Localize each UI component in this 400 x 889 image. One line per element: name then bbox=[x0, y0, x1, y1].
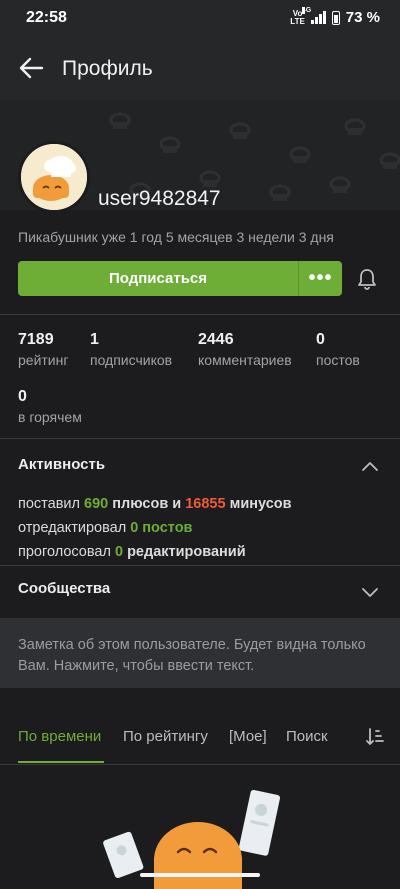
tab-mine[interactable]: [Мое] bbox=[229, 728, 267, 745]
divider bbox=[0, 314, 400, 315]
chevron-down-icon[interactable] bbox=[361, 586, 379, 598]
active-tab-indicator bbox=[18, 761, 104, 763]
stat-hot[interactable]: 0 в горячем bbox=[18, 388, 82, 425]
activity-votes: поставил 690 плюсов и 16855 минусов bbox=[18, 496, 292, 512]
tab-by-time[interactable]: По времени bbox=[18, 728, 101, 745]
stat-rating: 7189 рейтинг bbox=[18, 331, 69, 368]
tab-search[interactable]: Поиск bbox=[286, 728, 328, 745]
stat-subscribers[interactable]: 1 подписчиков bbox=[90, 331, 172, 368]
avatar bbox=[18, 141, 90, 213]
more-options-button[interactable]: ••• bbox=[298, 261, 342, 296]
chevron-up-icon[interactable] bbox=[361, 460, 379, 472]
status-bar: 22:58 Vo LTE 4G 73 % bbox=[0, 0, 400, 36]
arrow-left-icon[interactable] bbox=[18, 56, 44, 80]
signal-icon: 4G bbox=[301, 7, 326, 24]
page-title: Профиль bbox=[62, 57, 153, 80]
subscribe-button[interactable]: Подписаться bbox=[18, 261, 298, 296]
stat-comments[interactable]: 2446 комментариев bbox=[198, 331, 292, 368]
sort-icon[interactable] bbox=[366, 727, 384, 747]
home-indicator[interactable] bbox=[140, 873, 260, 877]
member-since: Пикабушник уже 1 год 5 месяцев 3 недели … bbox=[18, 229, 334, 245]
user-note-field[interactable]: Заметка об этом пользователе. Будет видн… bbox=[0, 618, 400, 688]
battery-icon bbox=[331, 10, 340, 25]
bell-icon[interactable] bbox=[357, 268, 377, 290]
stat-posts[interactable]: 0 постов bbox=[316, 331, 360, 368]
divider bbox=[0, 438, 400, 439]
communities-title[interactable]: Сообщества bbox=[18, 580, 110, 597]
tab-by-rating[interactable]: По рейтингу bbox=[123, 728, 208, 745]
activity-title[interactable]: Активность bbox=[18, 456, 105, 473]
sort-tabs: По времени По рейтингу [Мое] Поиск bbox=[0, 712, 400, 764]
status-icons: Vo LTE 4G 73 % bbox=[290, 7, 380, 26]
activity-edits: отредактировал 0 постов bbox=[18, 520, 193, 536]
divider bbox=[0, 764, 400, 765]
avatar-image bbox=[21, 144, 87, 210]
activity-voted-edits: проголосовал 0 редактирований bbox=[18, 544, 246, 560]
battery-level: 73 % bbox=[345, 9, 380, 26]
status-time: 22:58 bbox=[26, 9, 67, 26]
username: user9482847 bbox=[98, 187, 221, 210]
divider bbox=[0, 565, 400, 566]
app-header: Профиль bbox=[0, 36, 400, 100]
